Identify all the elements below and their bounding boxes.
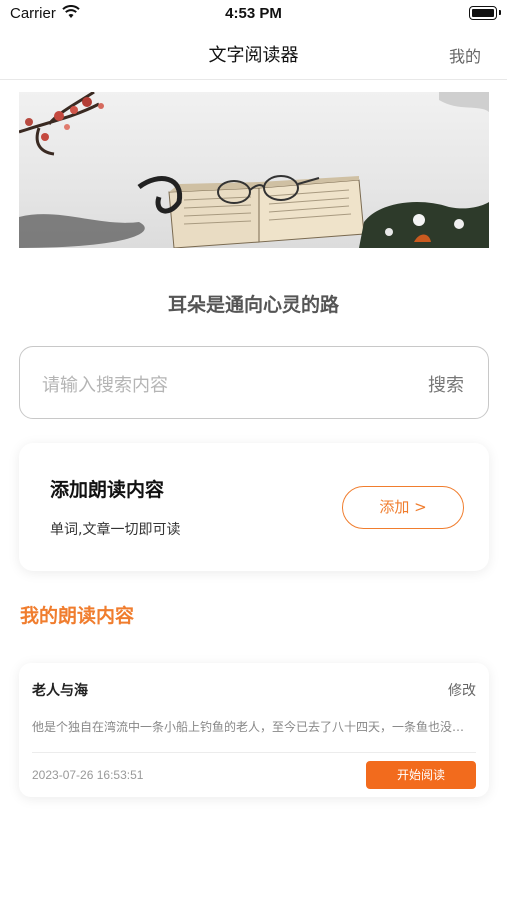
navigation-bar: 文字阅读器 我的: [0, 28, 507, 80]
battery-icon: [469, 6, 501, 20]
edit-button[interactable]: 修改: [448, 680, 476, 700]
add-card-title: 添加朗读内容: [50, 479, 165, 501]
search-button[interactable]: 搜索: [428, 371, 464, 397]
add-card-subtitle: 单词,文章一切即可读: [50, 522, 181, 538]
add-button[interactable]: 添加 >: [342, 486, 464, 529]
item-excerpt: 他是个独自在湾流中一条小船上钓鱼的老人，至今已去了八十四天，一条鱼也没逮住。: [32, 720, 476, 734]
start-reading-button[interactable]: 开始阅读: [366, 761, 476, 789]
section-title: 我的朗读内容: [20, 605, 135, 627]
item-title: 老人与海: [32, 683, 88, 699]
search-placeholder: 请输入搜索内容: [42, 375, 168, 396]
ink-painting-icon: [19, 92, 489, 248]
slogan: 耳朵是通向心灵的路: [167, 294, 339, 316]
divider: [32, 752, 476, 753]
page-title: 文字阅读器: [208, 45, 299, 66]
status-bar: Carrier 4:53 PM: [0, 0, 507, 28]
clock: 4:53 PM: [225, 5, 282, 22]
add-content-card: 添加朗读内容 单词,文章一切即可读 添加 >: [19, 443, 489, 571]
banner-image: [19, 92, 489, 248]
mine-button[interactable]: 我的: [449, 43, 481, 67]
search-input[interactable]: 请输入搜索内容 搜索: [19, 346, 489, 419]
item-date: 2023-07-26 16:53:51: [32, 768, 144, 782]
list-item[interactable]: 老人与海 修改 他是个独自在湾流中一条小船上钓鱼的老人，至今已去了八十四天，一条…: [19, 663, 489, 797]
